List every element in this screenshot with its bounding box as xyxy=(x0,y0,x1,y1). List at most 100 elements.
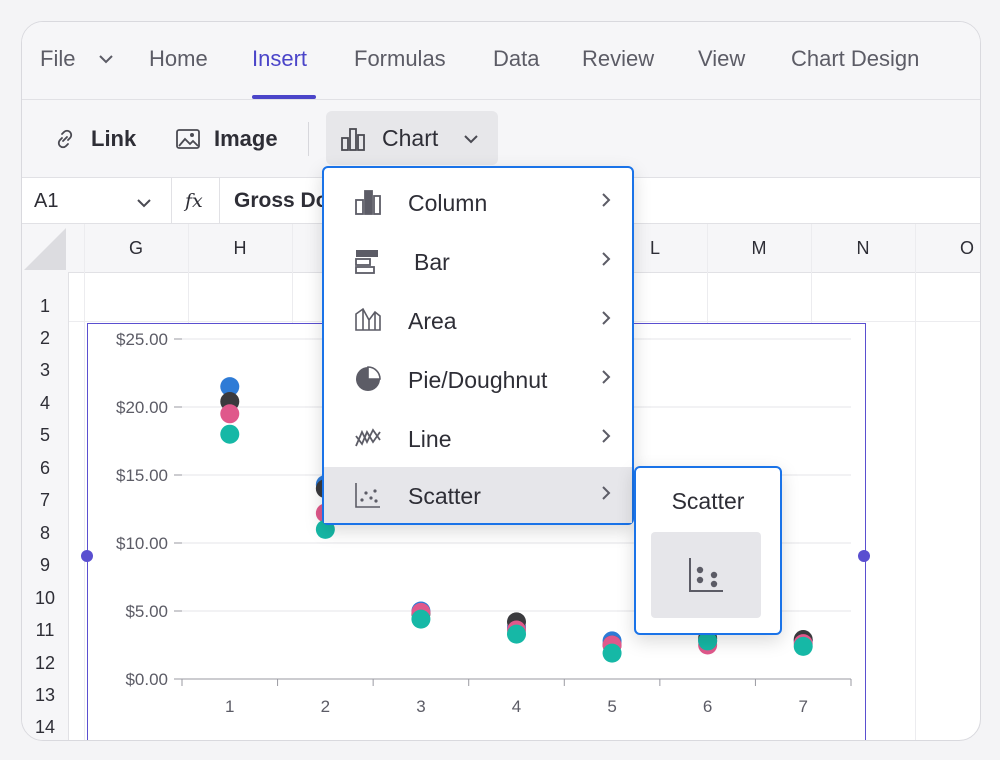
x-tick-label: 4 xyxy=(512,697,521,716)
chevron-down-icon[interactable] xyxy=(98,52,114,70)
dropdown-item-label: Line xyxy=(408,426,452,452)
link-icon xyxy=(53,127,77,156)
chevron-right-icon xyxy=(600,428,612,449)
x-tick-label: 3 xyxy=(416,697,425,716)
dropdown-item-line[interactable]: Line xyxy=(324,410,632,466)
formula-input[interactable]: Gross Do xyxy=(234,189,329,213)
row-header[interactable]: 3 xyxy=(22,360,68,381)
image-icon xyxy=(175,127,201,156)
column-header-l[interactable]: L xyxy=(635,238,675,259)
x-tick-label: 1 xyxy=(225,697,234,716)
row-header[interactable]: 1 xyxy=(22,296,68,317)
scatter-point xyxy=(602,643,622,663)
chevron-right-icon xyxy=(600,485,612,506)
row-header[interactable]: 6 xyxy=(22,458,68,479)
chart-column-icon xyxy=(340,126,366,157)
scatter-point xyxy=(411,609,431,629)
chart-resize-handle-left[interactable] xyxy=(81,550,93,562)
row-header[interactable]: 11 xyxy=(22,620,68,641)
y-tick-label: $5.00 xyxy=(125,602,168,621)
menu-file[interactable]: File xyxy=(40,46,75,72)
menu-data[interactable]: Data xyxy=(493,46,539,72)
menu-view[interactable]: View xyxy=(698,46,745,72)
dropdown-item-label: Scatter xyxy=(408,483,481,509)
cell-reference[interactable]: A1 xyxy=(34,190,58,213)
column-header-m[interactable]: M xyxy=(739,238,779,259)
menu-insert[interactable]: Insert xyxy=(252,46,307,72)
submenu-title: Scatter xyxy=(671,488,745,514)
row-headers: 1 2 3 4 5 6 7 8 9 10 11 12 13 14 xyxy=(22,272,69,740)
scatter-chart-icon xyxy=(354,481,382,514)
y-tick-label: $15.00 xyxy=(116,466,168,485)
scatter-point xyxy=(507,624,526,644)
scatter-submenu: Scatter xyxy=(634,466,782,635)
y-tick-label: $10.00 xyxy=(116,534,168,553)
row-header[interactable]: 9 xyxy=(22,555,68,576)
formula-bar-divider xyxy=(171,178,172,223)
x-tick-label: 2 xyxy=(321,697,330,716)
image-button[interactable]: Image xyxy=(214,126,278,152)
y-tick-label: $0.00 xyxy=(125,670,168,689)
link-button[interactable]: Link xyxy=(91,126,136,152)
dropdown-item-label: Area xyxy=(408,308,457,334)
dropdown-item-label: Column xyxy=(408,190,488,216)
dropdown-item-area[interactable]: Area xyxy=(324,292,632,348)
x-tick-label: 7 xyxy=(798,697,807,716)
column-header-h[interactable]: H xyxy=(220,238,260,259)
menu-review[interactable]: Review xyxy=(582,46,654,72)
grid-line xyxy=(84,224,85,740)
scatter-chart-option[interactable] xyxy=(651,532,761,618)
scatter-icon xyxy=(687,556,725,599)
chevron-right-icon xyxy=(600,310,612,331)
x-tick-label: 5 xyxy=(607,697,616,716)
scatter-point xyxy=(220,424,240,444)
row-header[interactable]: 4 xyxy=(22,393,68,414)
menu-bar: File Home Insert Formulas Data Review Vi… xyxy=(22,22,980,100)
row-header[interactable]: 7 xyxy=(22,490,68,511)
line-chart-icon xyxy=(354,424,382,457)
chevron-right-icon xyxy=(600,369,612,390)
chevron-right-icon xyxy=(600,251,612,272)
y-tick-label: $20.00 xyxy=(116,398,168,417)
row-header[interactable]: 12 xyxy=(22,653,68,674)
dropdown-item-column[interactable]: Column xyxy=(324,174,632,230)
dropdown-item-scatter[interactable]: Scatter xyxy=(324,467,632,523)
chart-button-label: Chart xyxy=(382,125,439,151)
column-header-o[interactable]: O xyxy=(947,238,980,259)
bar-chart-icon xyxy=(354,247,382,280)
grid-line xyxy=(915,224,916,740)
menu-formulas[interactable]: Formulas xyxy=(354,46,446,72)
formula-bar-divider xyxy=(219,178,220,223)
area-chart-icon xyxy=(354,306,382,339)
y-tick-label: $25.00 xyxy=(116,330,168,349)
function-icon[interactable]: fx xyxy=(185,190,203,212)
row-header[interactable]: 14 xyxy=(22,717,68,738)
dropdown-item-label: Pie/Doughnut xyxy=(408,367,548,393)
x-tick-label: 6 xyxy=(703,697,712,716)
chevron-down-icon xyxy=(463,132,479,150)
scatter-point xyxy=(220,404,240,424)
active-tab-indicator xyxy=(252,95,316,99)
chart-resize-handle-right[interactable] xyxy=(858,550,870,562)
dropdown-item-pie-doughnut[interactable]: Pie/Doughnut xyxy=(324,351,632,407)
select-all-corner[interactable] xyxy=(22,224,68,272)
ribbon-separator xyxy=(308,122,309,156)
column-header-n[interactable]: N xyxy=(843,238,883,259)
chart-button[interactable]: Chart xyxy=(326,111,498,165)
dropdown-item-bar[interactable]: Bar xyxy=(324,233,632,289)
dropdown-item-label: Bar xyxy=(414,249,450,275)
row-header[interactable]: 2 xyxy=(22,328,68,349)
row-header[interactable]: 8 xyxy=(22,523,68,544)
chevron-right-icon xyxy=(600,192,612,213)
row-header[interactable]: 13 xyxy=(22,685,68,706)
row-header[interactable]: 5 xyxy=(22,425,68,446)
column-header-g[interactable]: G xyxy=(116,238,156,259)
row-header[interactable]: 10 xyxy=(22,588,68,609)
scatter-point xyxy=(793,636,813,656)
menu-home[interactable]: Home xyxy=(149,46,208,72)
column-chart-icon xyxy=(354,188,382,221)
chart-type-dropdown: Column Bar Area Pie/Doughnut Line Scatte xyxy=(322,166,634,525)
chevron-down-icon[interactable] xyxy=(136,196,152,214)
pie-chart-icon xyxy=(354,365,382,398)
menu-chart-design[interactable]: Chart Design xyxy=(791,46,919,72)
